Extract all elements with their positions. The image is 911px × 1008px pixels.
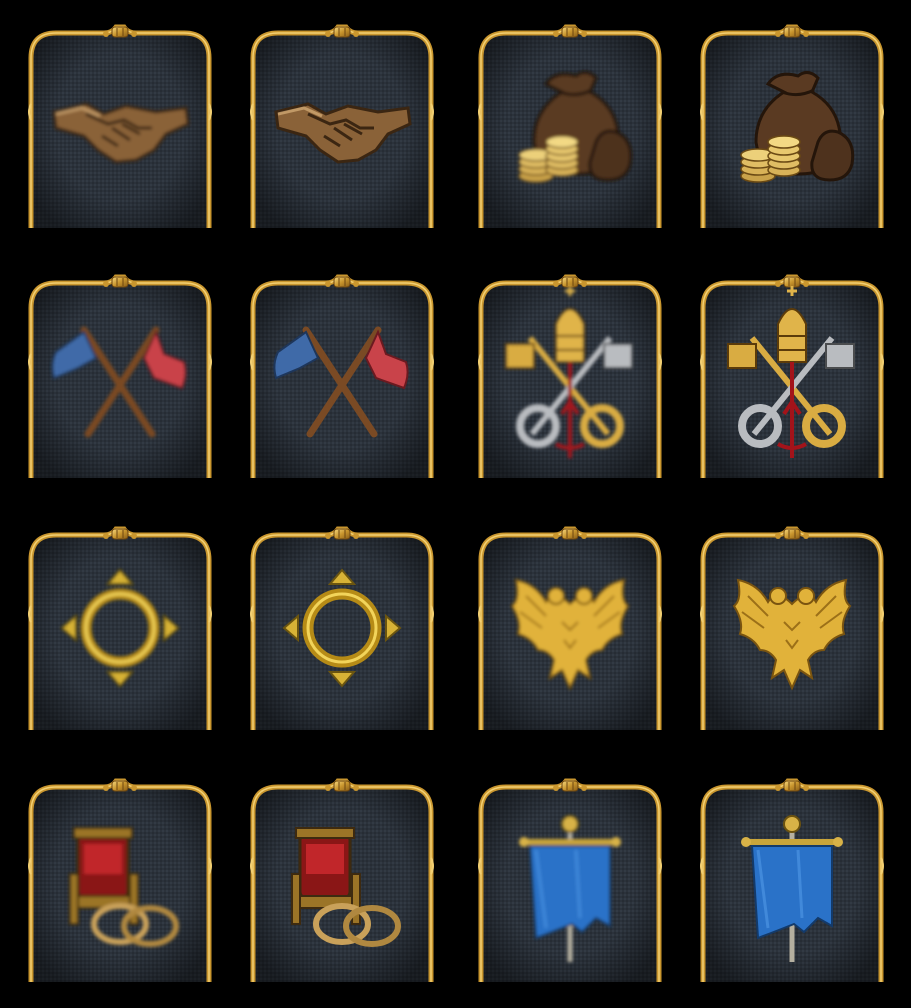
tile-handshake-blurred[interactable] [26,24,214,228]
icon-sheet [0,0,911,1008]
tile-double-headed-eagle-sharp[interactable] [698,526,886,730]
tile-gold-ring-arrows-sharp[interactable] [248,526,436,730]
tile-papal-keys-sharp[interactable] [698,274,886,478]
tile-money-bags-sharp[interactable] [698,24,886,228]
tile-double-headed-eagle-blurred[interactable] [476,526,664,730]
tile-crossed-flags-blurred[interactable] [26,274,214,478]
tile-blue-banner-blurred[interactable] [476,778,664,982]
tile-throne-rings-sharp[interactable] [248,778,436,982]
tile-papal-keys-blurred[interactable] [476,274,664,478]
tile-gold-ring-arrows-blurred[interactable] [26,526,214,730]
tile-crossed-flags-sharp[interactable] [248,274,436,478]
tile-blue-banner-sharp[interactable] [698,778,886,982]
tile-handshake-sharp[interactable] [248,24,436,228]
tile-throne-rings-blurred[interactable] [26,778,214,982]
tile-money-bags-blurred[interactable] [476,24,664,228]
